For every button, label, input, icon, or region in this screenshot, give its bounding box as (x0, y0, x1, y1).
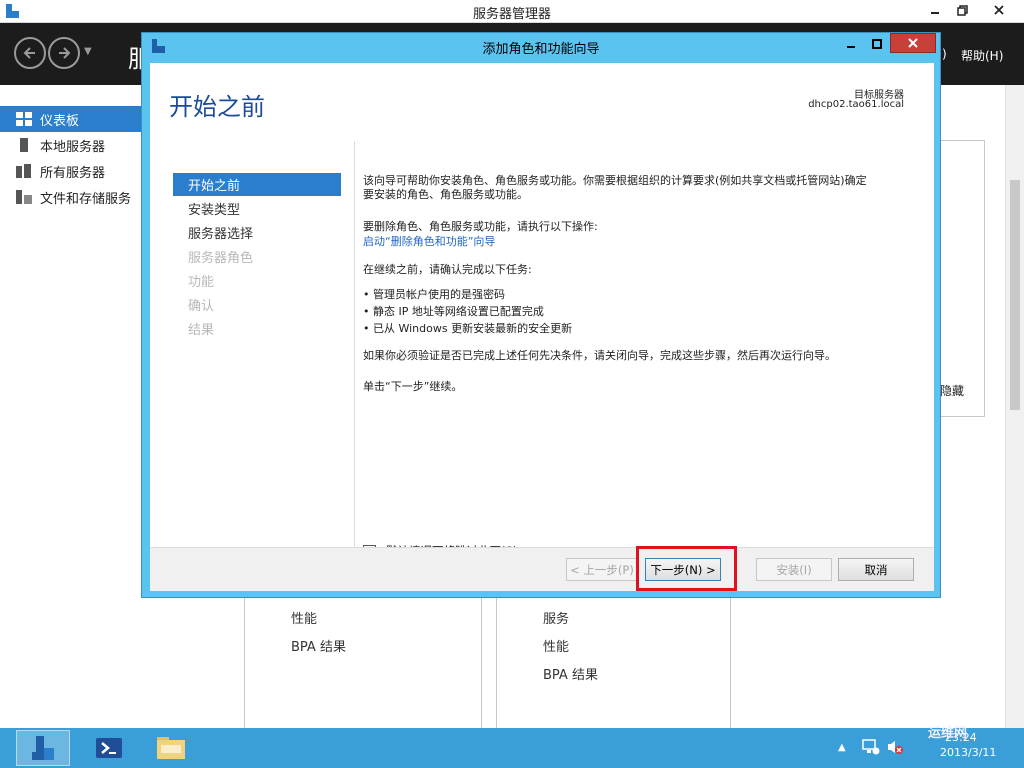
wizard-title: 添加角色和功能向导 (482, 42, 600, 57)
target-server-value: dhcp02.tao61.local (808, 99, 904, 110)
minimize-icon (931, 12, 939, 14)
server-manager-taskbar-icon (32, 736, 54, 760)
tile-item[interactable]: 性能 (543, 636, 569, 655)
taskbar-explorer-button[interactable] (144, 730, 198, 766)
servers-icon (16, 164, 31, 178)
sidebar-item-dashboard[interactable]: 仪表板 (0, 106, 143, 132)
tile-item[interactable]: BPA 结果 (291, 636, 346, 655)
hide-link[interactable]: 隐藏 (940, 382, 964, 399)
step-before-you-begin[interactable]: 开始之前 (173, 173, 341, 196)
prerequisite-text: 管理员帐户使用的是强密码 (373, 288, 505, 301)
tray-expand-icon[interactable]: ▲ (838, 742, 846, 753)
prerequisite-item: • 管理员帐户使用的是强密码 (363, 288, 505, 301)
server-icon (20, 138, 28, 152)
wizard-body: 开始之前 目标服务器 dhcp02.tao61.local 开始之前 安装类型 … (150, 63, 934, 591)
close-icon (908, 38, 918, 48)
tile-item[interactable]: 性能 (291, 608, 317, 627)
sidebar-item-all-servers[interactable]: 所有服务器 (0, 158, 143, 184)
back-button[interactable] (14, 37, 46, 69)
speaker-muted-icon[interactable] (886, 739, 904, 755)
menu-fragment[interactable]: ) (942, 47, 947, 61)
help-menu[interactable]: 帮助(H) (961, 47, 1003, 64)
taskbar-powershell-button[interactable] (82, 730, 136, 766)
wizard-minimize-button[interactable] (838, 34, 864, 53)
wizard-heading: 开始之前 (169, 93, 265, 121)
minimize-button[interactable] (922, 0, 948, 20)
step-installation-type[interactable]: 安装类型 (173, 197, 341, 220)
forward-button[interactable] (48, 37, 80, 69)
dashboard-panel-edge (938, 140, 985, 417)
storage-icon (16, 190, 32, 204)
history-dropdown-icon[interactable]: ▼ (84, 46, 92, 57)
arrow-left-icon (23, 47, 35, 59)
clock-date[interactable]: 2013/3/11 (940, 746, 996, 759)
prerequisite-item: • 已从 Windows 更新安装最新的安全更新 (363, 322, 573, 335)
restore-button[interactable] (949, 0, 975, 20)
wizard-footer: < 上一步(P) 下一步(N) > 安装(I) 取消 (150, 547, 934, 591)
minimize-icon (847, 45, 855, 48)
sidebar-item-local-server[interactable]: 本地服务器 (0, 132, 143, 158)
next-button-highlight (636, 546, 737, 591)
server-manager-title: 服务器管理器 (472, 7, 551, 22)
close-icon (994, 5, 1004, 15)
taskbar: ▲ 23:24 2013/3/11 (0, 728, 1024, 768)
wizard-maximize-button[interactable] (864, 34, 890, 53)
folder-icon (157, 737, 185, 759)
server-manager-sidebar: 仪表板 本地服务器 所有服务器 文件和存储服务 (0, 85, 143, 728)
main-scrollbar[interactable] (1005, 85, 1024, 728)
wizard-close-button[interactable] (890, 33, 936, 53)
prerequisite-item: • 静态 IP 地址等网络设置已配置完成 (363, 305, 544, 318)
remove-roles-link[interactable]: 启动“删除角色和功能”向导 (363, 234, 923, 249)
confirm-prompt: 在继续之前，请确认完成以下任务: (363, 263, 532, 276)
intro-line-2: 要安装的角色、角色服务或功能。 (363, 188, 528, 201)
prerequisite-text: 已从 Windows 更新安装最新的安全更新 (373, 322, 573, 335)
step-features: 功能 (188, 275, 215, 290)
restore-icon (956, 4, 968, 16)
previous-button[interactable]: < 上一步(P) (566, 558, 638, 581)
step-server-roles: 服务器角色 (188, 251, 254, 266)
step-server-selection[interactable]: 服务器选择 (173, 221, 341, 244)
step-confirmation: 确认 (188, 299, 215, 314)
sidebar-item-label: 仪表板 (40, 113, 80, 129)
install-button[interactable]: 安装(I) (756, 558, 832, 581)
dashboard-icon (16, 112, 32, 126)
sidebar-item-file-storage[interactable]: 文件和存储服务 (0, 184, 143, 210)
verify-note: 如果你必须验证是否已完成上述任何先决条件，请关闭向导，完成这些步骤，然后再次运行… (363, 349, 836, 362)
powershell-icon (96, 738, 122, 758)
step-results: 结果 (188, 323, 215, 338)
remove-prompt: 要删除角色、角色服务或功能，请执行以下操作: (363, 220, 598, 233)
intro-line-1: 该向导可帮助你安装角色、角色服务或功能。你需要根据组织的计算要求(例如共享文档或… (363, 174, 867, 187)
click-next-note: 单击“下一步”继续。 (363, 380, 463, 393)
sidebar-item-label: 所有服务器 (40, 165, 106, 181)
dashboard-tile-1: 性能 BPA 结果 (244, 598, 482, 728)
tile-item[interactable]: 服务 (543, 608, 569, 627)
arrow-right-icon (59, 47, 71, 59)
scrollbar-thumb[interactable] (1010, 180, 1020, 410)
sidebar-item-label: 文件和存储服务 (40, 191, 132, 207)
wizard-divider (354, 141, 355, 561)
network-icon[interactable] (862, 739, 880, 755)
prerequisite-text: 静态 IP 地址等网络设置已配置完成 (373, 305, 544, 318)
tile-item[interactable]: BPA 结果 (543, 664, 598, 683)
server-manager-titlebar: 服务器管理器 (0, 0, 1024, 23)
cancel-button[interactable]: 取消 (838, 558, 914, 581)
close-button[interactable] (976, 0, 1022, 20)
taskbar-server-manager-button[interactable] (16, 730, 70, 766)
watermark-logo: 运维网 (928, 726, 968, 741)
maximize-icon (872, 38, 882, 49)
add-roles-wizard-dialog: 添加角色和功能向导 开始之前 目标服务器 dhcp02.tao61.local … (141, 32, 941, 598)
dashboard-tile-2: 服务 性能 BPA 结果 (496, 598, 731, 728)
sidebar-item-label: 本地服务器 (40, 139, 106, 155)
